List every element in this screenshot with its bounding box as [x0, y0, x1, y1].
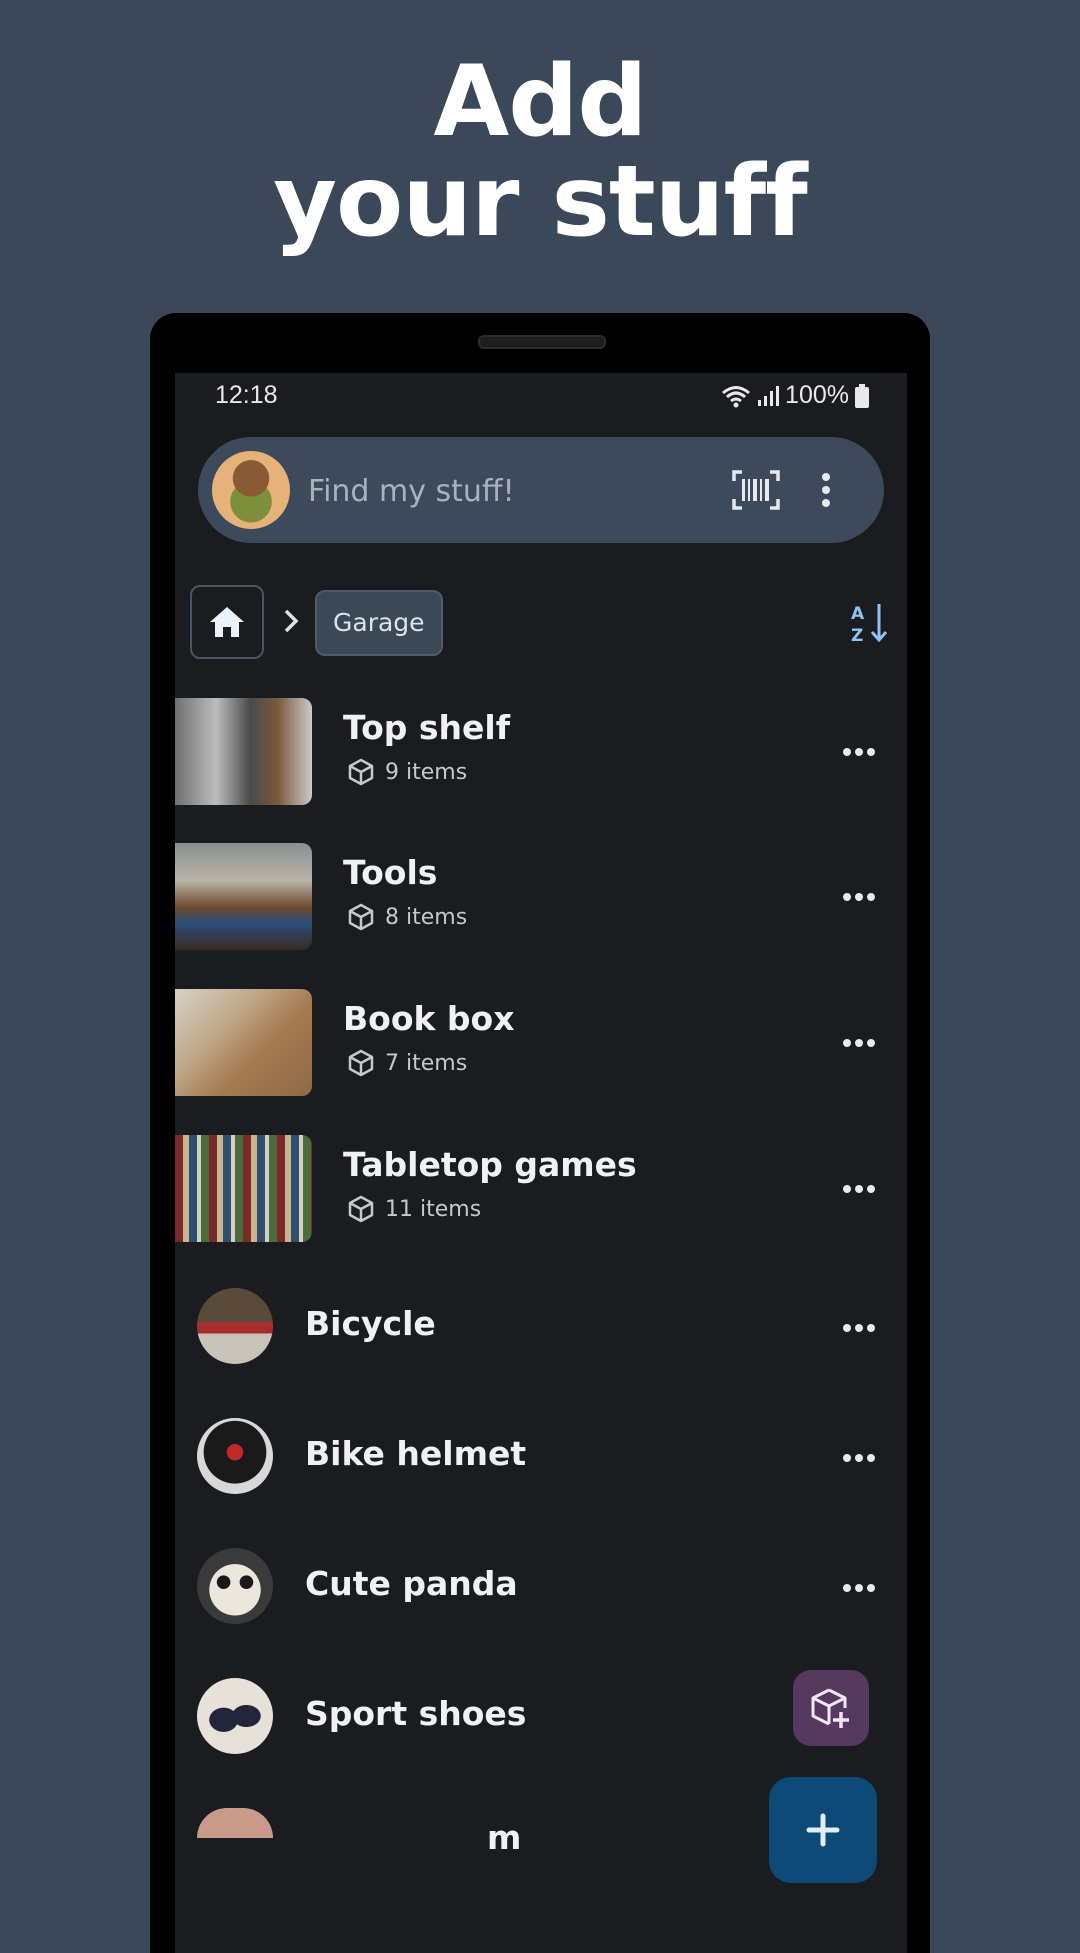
thumbnail-image	[175, 698, 312, 805]
battery-icon	[855, 383, 869, 408]
search-bar[interactable]	[198, 437, 884, 543]
thumbnail-image	[175, 989, 312, 1096]
item-name: Bicycle	[305, 1304, 436, 1343]
item-image	[197, 1808, 273, 1838]
barcode-scan-icon[interactable]	[732, 469, 780, 511]
wifi-icon	[722, 385, 751, 407]
list-item[interactable]: Bike helmet	[175, 1418, 907, 1498]
more-horiz-icon[interactable]	[841, 1037, 877, 1049]
thumbnail-image	[175, 843, 312, 950]
list-item[interactable]: Cute panda	[175, 1548, 907, 1628]
item-count: 11 items	[347, 1195, 481, 1223]
container-name: Tools	[343, 853, 438, 892]
headline-line1: Add	[433, 45, 647, 159]
signal-icon	[758, 385, 780, 406]
add-button[interactable]	[769, 1777, 877, 1883]
box-icon	[348, 1195, 374, 1223]
app-screen: 12:18 100% Find my stuff! Garage A Z Top…	[175, 373, 907, 1953]
more-horiz-icon[interactable]	[841, 1322, 877, 1334]
breadcrumb-garage[interactable]: Garage	[315, 590, 443, 656]
box-icon	[348, 1049, 374, 1077]
item-count: 9 items	[347, 758, 467, 786]
earpiece-speaker	[478, 335, 606, 349]
box-icon	[348, 903, 374, 931]
add-box-button[interactable]	[793, 1670, 869, 1746]
item-name: Bike helmet	[305, 1434, 527, 1473]
home-button[interactable]	[190, 585, 264, 659]
box-icon	[348, 758, 374, 786]
more-horiz-icon[interactable]	[841, 1582, 877, 1594]
item-count-label: 8 items	[385, 904, 468, 930]
container-name: Book box	[343, 999, 515, 1038]
list-item[interactable]: Book box 7 items	[175, 989, 907, 1096]
item-image	[197, 1288, 273, 1364]
item-count-label: 11 items	[385, 1196, 482, 1222]
more-horiz-icon[interactable]	[841, 746, 877, 758]
status-time: 12:18	[215, 381, 278, 409]
more-horiz-icon[interactable]	[841, 1183, 877, 1195]
chevron-right-icon	[284, 609, 299, 633]
list-item[interactable]: Top shelf 9 items	[175, 698, 907, 805]
add-box-icon	[811, 1688, 849, 1728]
more-horiz-icon[interactable]	[841, 891, 877, 903]
thumbnail-image	[175, 1135, 312, 1242]
phone-frame: 12:18 100% Find my stuff! Garage A Z Top…	[150, 313, 930, 1953]
item-image	[197, 1678, 273, 1754]
svg-text:Z: Z	[851, 626, 863, 645]
container-name: Top shelf	[343, 708, 511, 747]
svg-text:A: A	[851, 604, 865, 624]
more-vert-icon[interactable]	[814, 469, 838, 511]
home-icon	[210, 607, 244, 637]
container-name: Tabletop games	[343, 1145, 637, 1184]
headline-line2: your stuff	[273, 145, 808, 259]
plus-icon	[806, 1813, 840, 1847]
more-horiz-icon[interactable]	[841, 1452, 877, 1464]
sort-az-icon[interactable]: A Z	[850, 601, 890, 645]
item-name: m	[487, 1818, 522, 1857]
item-image	[197, 1418, 273, 1494]
avatar[interactable]	[212, 451, 290, 529]
status-bar: 12:18 100%	[175, 373, 907, 421]
item-count: 7 items	[347, 1049, 467, 1077]
breadcrumb: Garage A Z	[190, 585, 890, 661]
item-image	[197, 1548, 273, 1624]
headline: Add your stuff	[0, 52, 1080, 252]
battery-percent: 100%	[785, 381, 849, 409]
list-item[interactable]: Tabletop games 11 items	[175, 1135, 907, 1242]
list-item[interactable]: Tools 8 items	[175, 843, 907, 950]
list-item[interactable]: Bicycle	[175, 1288, 907, 1368]
search-input[interactable]	[306, 467, 710, 515]
item-name: Cute panda	[305, 1564, 518, 1603]
status-indicators: 100%	[721, 381, 869, 410]
item-name: Sport shoes	[305, 1694, 527, 1733]
item-count: 8 items	[347, 903, 467, 931]
item-count-label: 7 items	[385, 1050, 468, 1076]
item-count-label: 9 items	[385, 759, 468, 785]
